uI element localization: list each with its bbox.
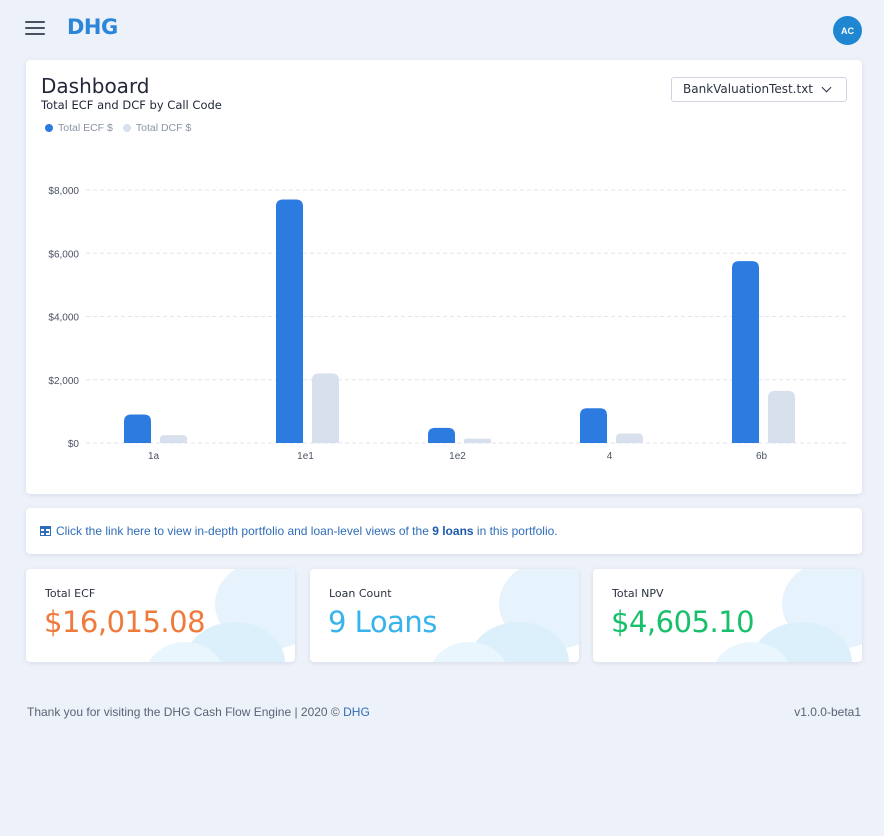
avatar[interactable]: AC <box>833 16 862 45</box>
bar-chart: $0 $2,000 $4,000 $6,000 $8,000 1a 1e1 1e2 4 6b <box>48 186 846 462</box>
portfolio-link[interactable]: Click the link here to view in-depth por… <box>40 524 558 538</box>
link-suffix: in this portfolio. <box>476 524 558 538</box>
portfolio-link-card: Click the link here to view in-depth por… <box>26 508 862 554</box>
bar-ecf-6b <box>732 261 759 443</box>
stat-label: Loan Count <box>329 587 392 600</box>
y-tick-label: $0 <box>68 439 80 450</box>
top-bar: DHG AC <box>0 0 884 58</box>
stat-value: $16,015.08 <box>44 605 206 639</box>
stat-value: $4,605.10 <box>611 605 755 639</box>
bar-ecf-1e1 <box>276 199 303 443</box>
bar-ecf-4 <box>580 408 607 443</box>
stat-label: Total ECF <box>45 587 96 600</box>
menu-icon[interactable] <box>25 21 45 35</box>
footer-link[interactable]: DHG <box>343 705 370 719</box>
bar-ecf-1e2 <box>428 427 455 443</box>
stat-card-loan-count: Loan Count 9 Loans <box>310 569 579 662</box>
bar-dcf-4 <box>616 433 643 443</box>
stat-value: 9 Loans <box>328 605 437 639</box>
bar-dcf-6b <box>768 390 795 443</box>
bar-dcf-1e1 <box>312 373 339 443</box>
link-prefix: Click the link here to view in-depth por… <box>56 524 429 538</box>
x-tick-label: 4 <box>607 451 613 462</box>
bar-dcf-1a <box>160 435 187 443</box>
stat-label: Total NPV <box>612 587 664 600</box>
y-tick-label: $8,000 <box>48 186 79 197</box>
x-tick-label: 1e2 <box>449 451 466 462</box>
loan-count-link[interactable]: 9 loans <box>432 524 473 538</box>
x-tick-label: 1e1 <box>297 451 314 462</box>
bar-ecf-1a <box>124 414 151 443</box>
footer-message: Thank you for visiting the DHG Cash Flow… <box>27 705 340 719</box>
dashboard-card: Dashboard Total ECF and DCF by Call Code… <box>26 60 862 494</box>
table-icon <box>40 526 51 536</box>
bar-dcf-1e2 <box>464 438 491 443</box>
y-tick-label: $6,000 <box>48 249 79 260</box>
stat-card-total-npv: Total NPV $4,605.10 <box>593 569 862 662</box>
logo[interactable]: DHG <box>67 15 118 39</box>
footer-text: Thank you for visiting the DHG Cash Flow… <box>27 705 370 719</box>
version-label: v1.0.0-beta1 <box>794 705 861 719</box>
x-tick-label: 1a <box>148 451 160 462</box>
y-tick-label: $2,000 <box>48 376 79 387</box>
y-tick-label: $4,000 <box>48 313 79 324</box>
x-tick-label: 6b <box>756 451 768 462</box>
stat-card-total-ecf: Total ECF $16,015.08 <box>26 569 295 662</box>
